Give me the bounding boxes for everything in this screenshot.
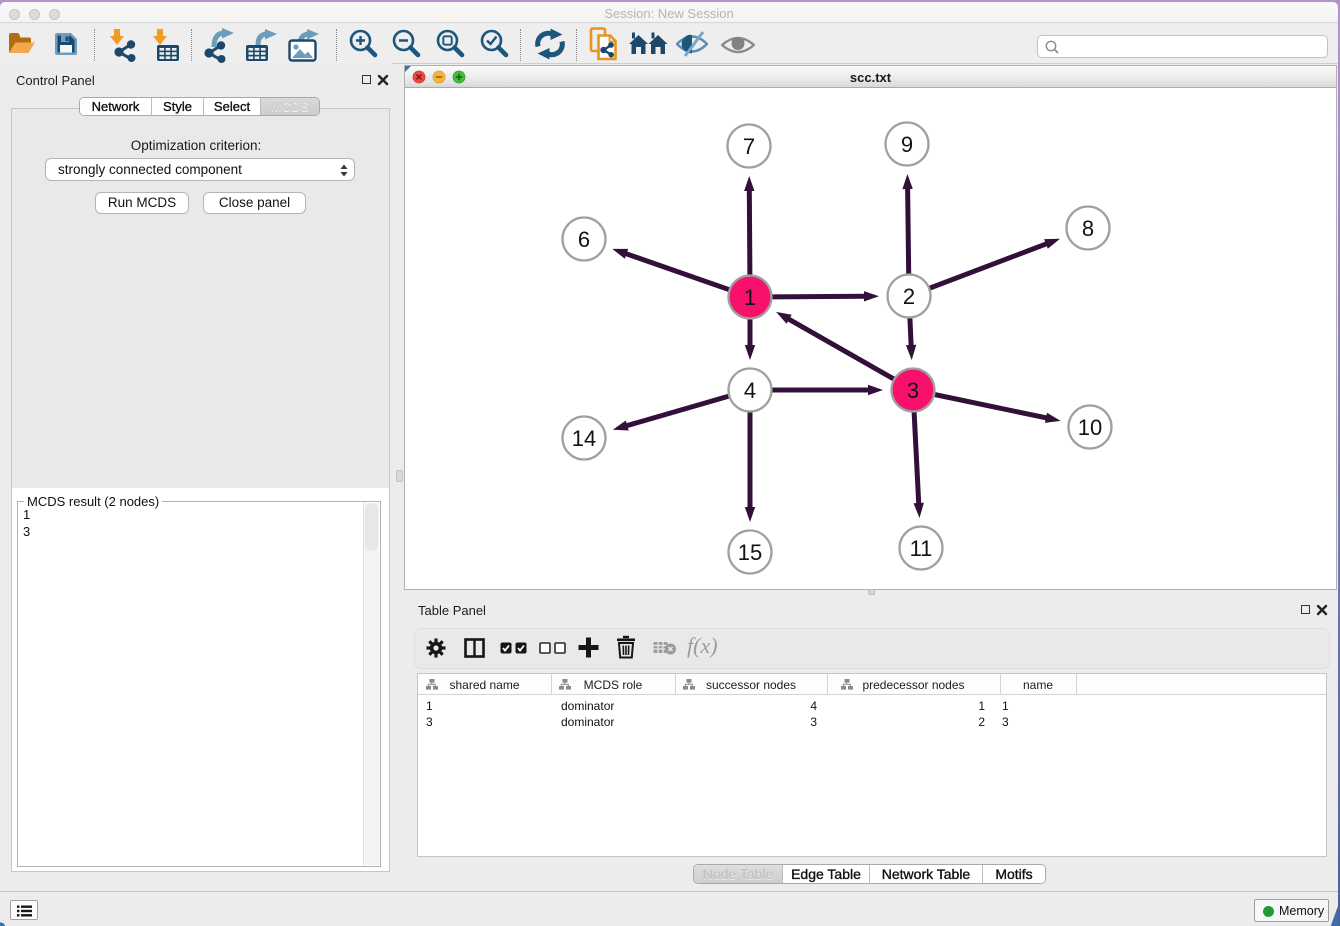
svg-text:15: 15 [738, 540, 762, 565]
svg-text:6: 6 [578, 227, 590, 252]
svg-text:11: 11 [910, 536, 933, 561]
svg-text:1: 1 [744, 285, 756, 310]
svg-text:7: 7 [743, 134, 755, 159]
svg-text:14: 14 [572, 426, 596, 451]
svg-text:4: 4 [744, 378, 756, 403]
svg-text:9: 9 [901, 132, 913, 157]
svg-text:2: 2 [903, 284, 915, 309]
svg-text:8: 8 [1082, 216, 1094, 241]
svg-text:10: 10 [1078, 415, 1102, 440]
svg-text:3: 3 [907, 378, 919, 403]
